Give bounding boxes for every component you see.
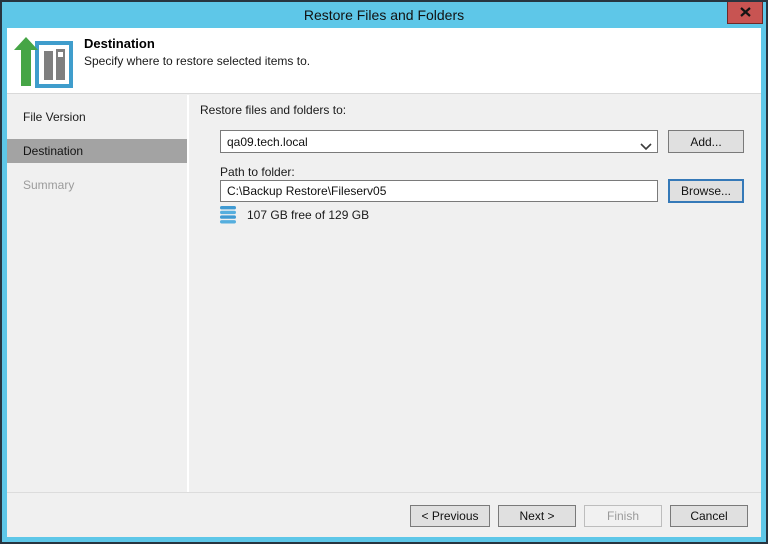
close-icon bbox=[739, 4, 751, 22]
client-area: Destination Specify where to restore sel… bbox=[7, 28, 761, 537]
disk-space-row: 107 GB free of 129 GB bbox=[220, 206, 369, 224]
sidebar-item-file-version[interactable]: File Version bbox=[7, 105, 187, 129]
steps-sidebar: File Version Destination Summary bbox=[7, 95, 189, 492]
chevron-down-icon[interactable] bbox=[640, 138, 652, 151]
path-label: Path to folder: bbox=[220, 165, 295, 179]
page-subtitle: Specify where to restore selected items … bbox=[84, 54, 311, 68]
cancel-button[interactable]: Cancel bbox=[670, 505, 748, 527]
restore-destination-icon bbox=[14, 36, 76, 93]
restore-wizard-window: Restore Files and Folders Destination Sp… bbox=[0, 0, 768, 544]
disk-stack-icon bbox=[220, 206, 236, 224]
disk-space-text: 107 GB free of 129 GB bbox=[247, 208, 370, 222]
finish-button[interactable]: Finish bbox=[584, 505, 662, 527]
server-combobox[interactable] bbox=[220, 130, 658, 153]
window-title: Restore Files and Folders bbox=[303, 7, 465, 23]
sidebar-item-destination[interactable]: Destination bbox=[7, 139, 187, 163]
path-input[interactable] bbox=[220, 180, 658, 202]
sidebar-item-summary[interactable]: Summary bbox=[7, 173, 187, 197]
page-title: Destination bbox=[84, 36, 155, 51]
server-combobox-input[interactable] bbox=[221, 131, 633, 152]
wizard-content: File Version Destination Summary Restore… bbox=[7, 95, 761, 492]
wizard-header: Destination Specify where to restore sel… bbox=[7, 28, 761, 94]
wizard-footer: < Previous Next > Finish Cancel bbox=[7, 492, 761, 537]
titlebar: Restore Files and Folders bbox=[2, 2, 766, 28]
destination-form: Restore files and folders to: Add... Pat… bbox=[189, 95, 761, 492]
previous-button[interactable]: < Previous bbox=[410, 505, 490, 527]
add-button[interactable]: Add... bbox=[668, 130, 744, 153]
close-button[interactable] bbox=[727, 2, 763, 24]
restore-to-label: Restore files and folders to: bbox=[200, 103, 347, 117]
next-button[interactable]: Next > bbox=[498, 505, 576, 527]
browse-button[interactable]: Browse... bbox=[668, 179, 744, 203]
